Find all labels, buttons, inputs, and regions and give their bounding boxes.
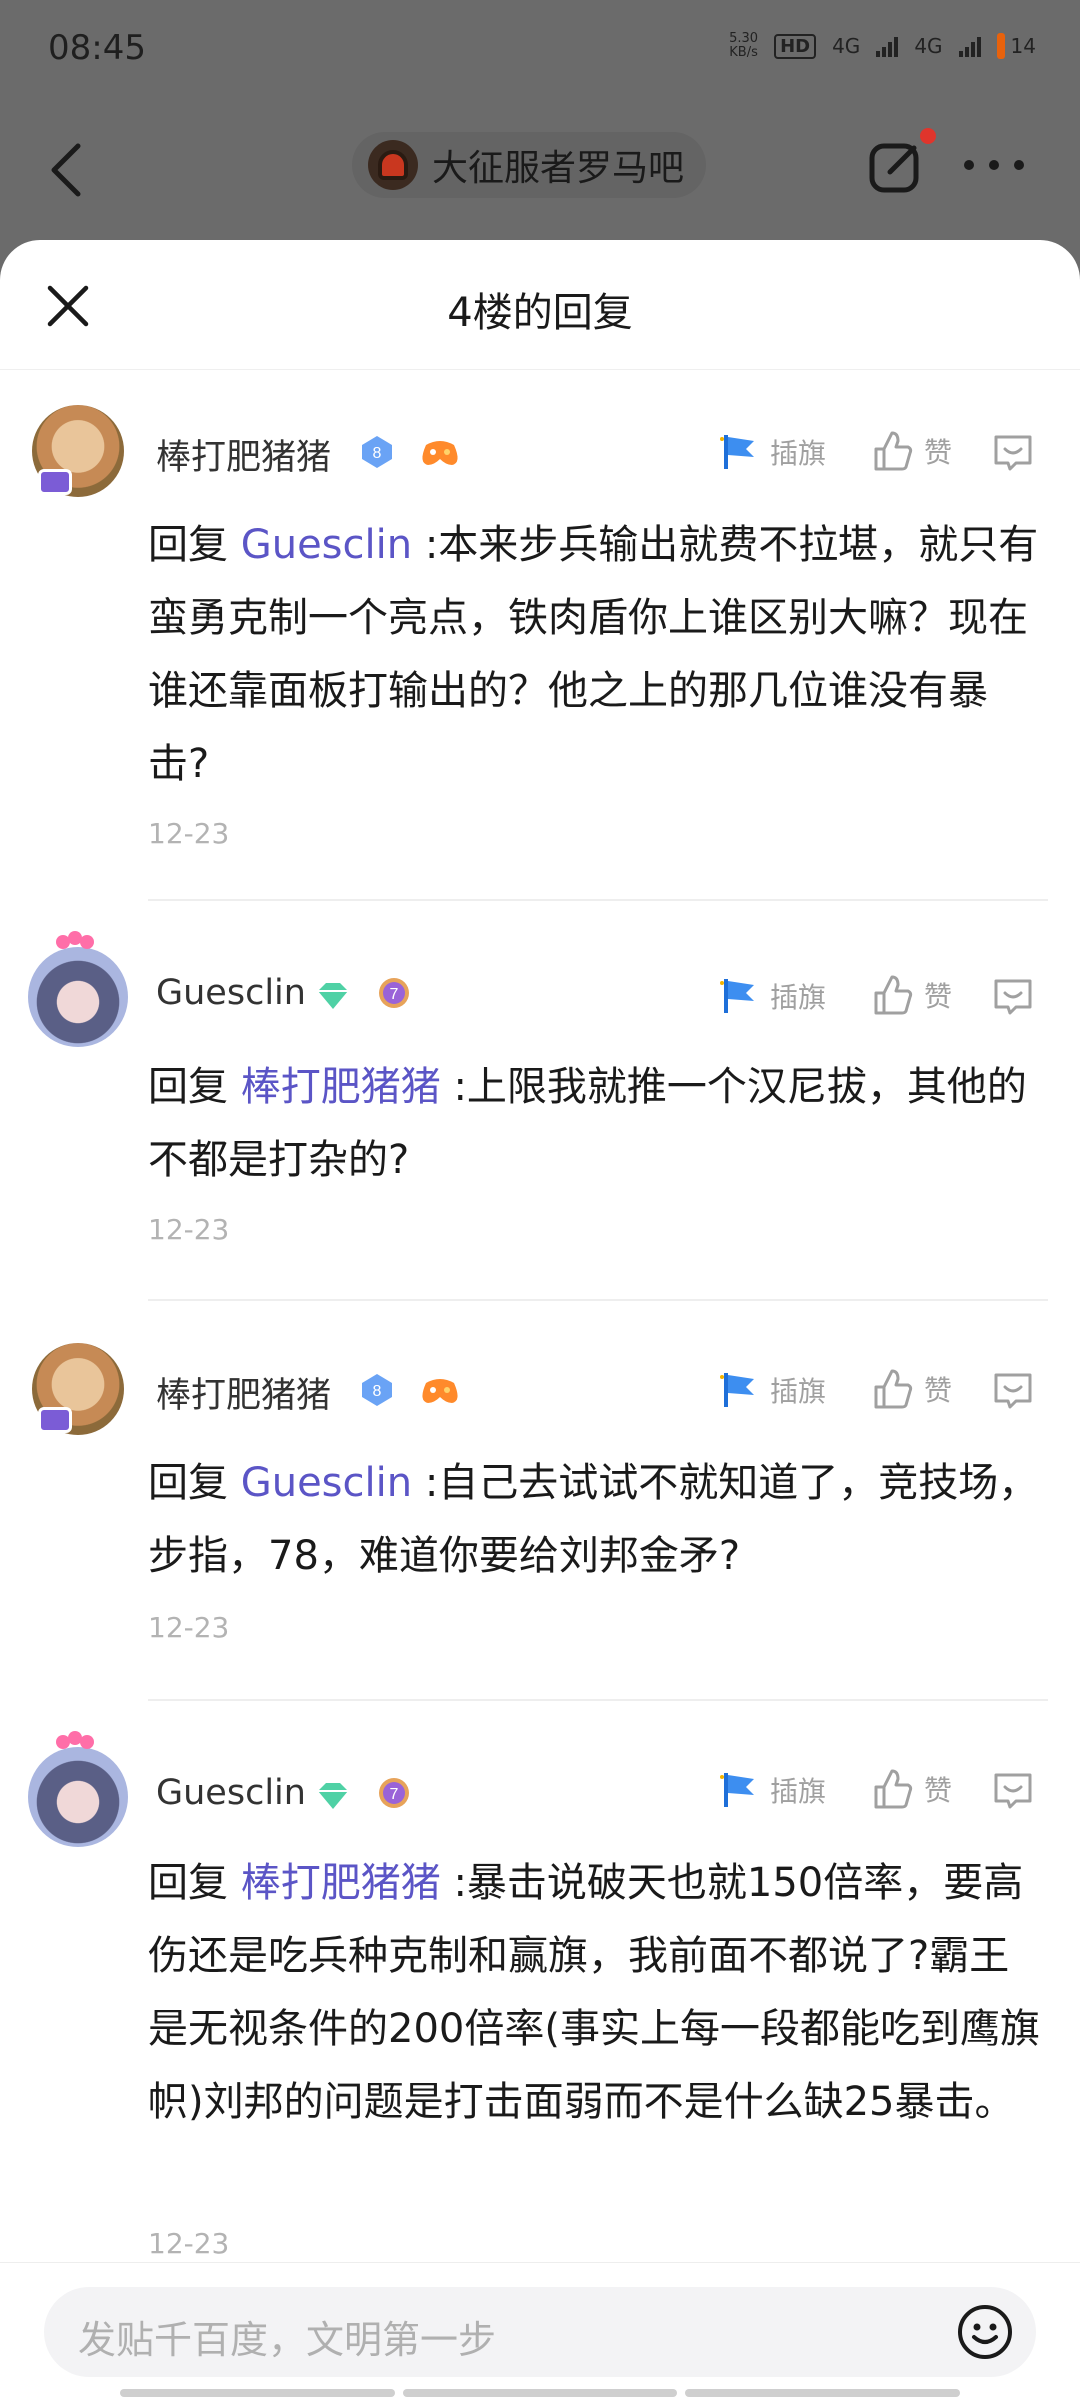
flag-button[interactable]: 插旗 [718, 431, 826, 473]
comment-icon[interactable] [990, 1369, 1036, 1411]
divider [148, 1299, 1048, 1301]
flag-icon [720, 1773, 754, 1807]
reply-content: 回复 棒打肥猪猪 :上限我就推一个汉尼拔，其他的不都是打杂的? [148, 1051, 1048, 1197]
like-button[interactable]: 赞 [870, 1367, 952, 1411]
comment-icon[interactable] [990, 1769, 1036, 1811]
emoji-icon[interactable] [956, 2303, 1014, 2361]
username[interactable]: 棒打肥猪猪 [156, 429, 331, 480]
reply-content: 回复 棒打肥猪猪 :暴击说破天也就150倍率，要高伤还是吃兵种克制和赢旗，我前面… [148, 1847, 1048, 2139]
level-badge-icon: 8 [362, 1374, 392, 1406]
comment-icon[interactable] [990, 975, 1036, 1017]
more-icon[interactable] [964, 160, 1024, 174]
gamepad-badge-icon [422, 441, 458, 465]
username[interactable]: Guesclin [156, 1773, 306, 1813]
like-button[interactable]: 赞 [870, 1767, 952, 1811]
top-bar: 大征服者罗马吧 [0, 100, 1080, 240]
signal-icon [876, 35, 899, 57]
network-type-2: 4G [914, 34, 943, 58]
thumbs-up-icon [874, 1769, 913, 1809]
reply-prefix: 回复 [148, 1860, 228, 1906]
sheet-title: 4楼的回复 [447, 290, 633, 336]
live-badge [38, 469, 72, 495]
composer-bar: 发贴千百度，文明第一步 [0, 2262, 1080, 2400]
divider [148, 1699, 1048, 1701]
status-bar: 08:45 5.30 KB/s HD 4G 4G 14 [0, 0, 1080, 100]
thumbs-up-icon [874, 431, 913, 471]
diamond-badge-icon [318, 983, 348, 1009]
signal-icon-2 [958, 35, 981, 57]
reply-input[interactable]: 发贴千百度，文明第一步 [44, 2287, 1036, 2377]
reply-prefix: 回复 [148, 1460, 228, 1506]
sheet-header: 4楼的回复 [0, 240, 1080, 370]
avatar[interactable] [28, 947, 128, 1047]
flag-icon [720, 435, 754, 469]
avatar-decoration [56, 931, 94, 955]
flag-button[interactable]: 插旗 [718, 1369, 826, 1411]
level-badge-icon: 7 [379, 978, 409, 1008]
reply-date: 12-23 [148, 1213, 230, 1246]
edit-icon[interactable] [866, 136, 928, 198]
back-arrow-icon[interactable] [44, 140, 88, 200]
notification-dot [920, 128, 936, 144]
thumbs-up-icon [874, 975, 913, 1015]
reply-date: 12-23 [148, 817, 230, 850]
gesture-bar [120, 2389, 961, 2397]
level-badge-icon: 8 [362, 436, 392, 468]
avatar-decoration [56, 1731, 94, 1755]
flag-button[interactable]: 插旗 [718, 975, 826, 1017]
status-icons: 5.30 KB/s HD 4G 4G 14 [729, 32, 1036, 60]
reply-prefix: 回复 [148, 1064, 228, 1110]
divider [148, 899, 1048, 901]
svg-text:8: 8 [373, 1383, 382, 1400]
mention-link[interactable]: 棒打肥猪猪 [241, 1860, 441, 1906]
gamepad-badge-icon [422, 1379, 458, 1403]
live-badge [38, 1407, 72, 1433]
flag-icon [720, 1373, 754, 1407]
reply-prefix: 回复 [148, 522, 228, 568]
thumbs-up-icon [874, 1369, 913, 1409]
mention-link[interactable]: 棒打肥猪猪 [241, 1064, 441, 1110]
username[interactable]: 棒打肥猪猪 [156, 1367, 331, 1418]
net-speed: 5.30 KB/s [729, 31, 759, 60]
input-placeholder: 发贴千百度，文明第一步 [78, 2318, 497, 2362]
level-badge-icon: 7 [379, 1778, 409, 1808]
like-button[interactable]: 赞 [870, 429, 952, 473]
avatar[interactable] [28, 1747, 128, 1847]
username[interactable]: Guesclin [156, 973, 306, 1013]
forum-pill[interactable]: 大征服者罗马吧 [352, 132, 707, 198]
svg-text:7: 7 [390, 1786, 399, 1803]
network-type-1: 4G [832, 34, 861, 58]
like-button[interactable]: 赞 [870, 973, 952, 1017]
reply-date: 12-23 [148, 1611, 230, 1644]
mention-link[interactable]: Guesclin [241, 522, 412, 568]
hd-icon: HD [774, 33, 817, 59]
reply-content: 回复 Guesclin :自己去试试不就知道了，竞技场，步指，78，难道你要给刘… [148, 1447, 1048, 1593]
flag-icon [720, 979, 754, 1013]
comment-icon[interactable] [990, 431, 1036, 473]
mention-link[interactable]: Guesclin [241, 1460, 412, 1506]
battery-icon: 14 [996, 33, 1036, 59]
diamond-badge-icon [318, 1783, 348, 1809]
forum-name: 大征服者罗马吧 [432, 148, 685, 189]
forum-logo [368, 140, 418, 190]
svg-text:7: 7 [390, 986, 399, 1003]
reply-date: 12-23 [148, 2227, 230, 2260]
reply-sheet: 4楼的回复 棒打肥猪猪 8 插旗 赞 回复 Guesclin:本来步兵输出就费… [0, 240, 1080, 2400]
status-time: 08:45 [48, 28, 146, 68]
reply-content: 回复 Guesclin :本来步兵输出就费不拉堪，就只有蛮勇克制一个亮点，铁肉盾… [148, 509, 1048, 801]
flag-button[interactable]: 插旗 [718, 1769, 826, 1811]
svg-text:8: 8 [373, 445, 382, 462]
